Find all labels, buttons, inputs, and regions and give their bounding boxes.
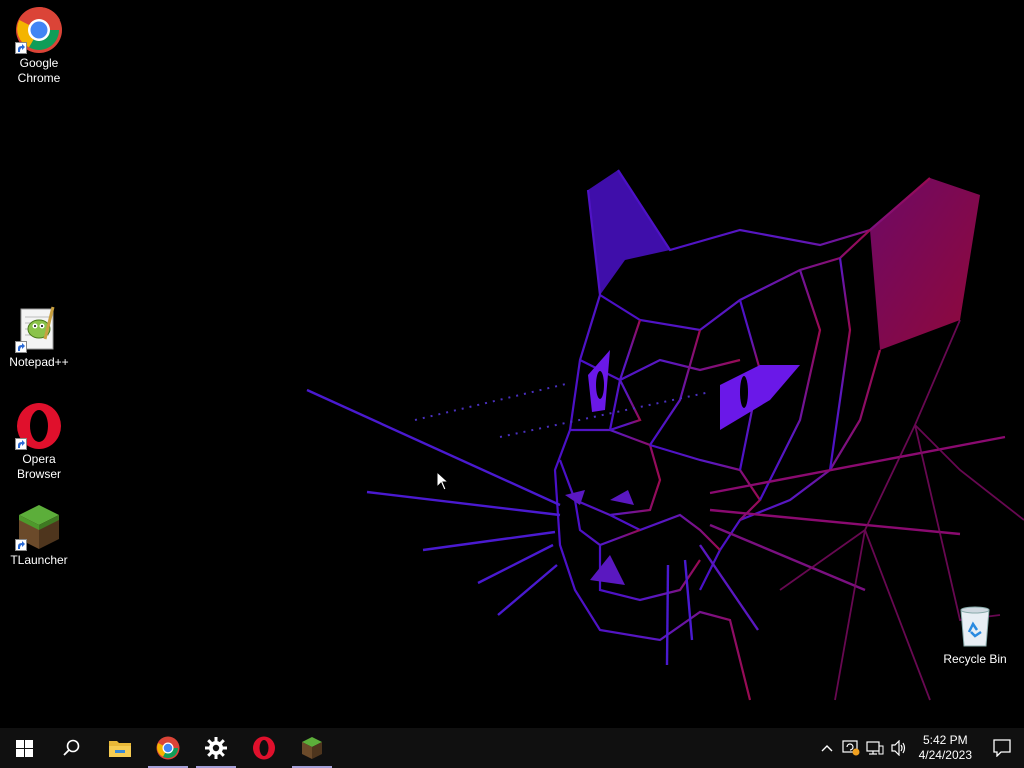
tlauncher-label: TLauncher [10,553,68,567]
shortcut-arrow-icon [15,42,27,54]
shortcut-arrow-icon [15,539,27,551]
windows-update-tray[interactable] [839,728,863,768]
desktop-icon-tlauncher[interactable]: TLauncher [1,503,77,568]
opera-icon [253,736,275,760]
search-icon [63,739,80,756]
shortcut-arrow-icon [15,438,27,450]
shortcut-arrow-icon [15,341,27,353]
chrome-icon [156,736,180,760]
chrome-label-2: Chrome [17,71,61,85]
opera-label-1: Opera [22,452,56,466]
file-explorer-icon [109,741,131,757]
network-icon [866,741,884,755]
taskbar-chrome[interactable] [144,728,192,768]
notifications-icon [993,739,1011,757]
start-button[interactable] [0,728,48,768]
recycle-bin-icon [951,602,999,650]
mouse-cursor-icon [436,471,450,491]
windows-logo-icon [15,739,33,757]
action-center-button[interactable] [980,728,1024,768]
network-tray[interactable] [863,728,887,768]
notepadpp-icon [15,305,63,353]
system-tray: 5:42 PM 4/24/2023 [815,728,1024,768]
desktop-icon-notepadpp[interactable]: Notepad++ [1,305,77,370]
show-hidden-icons-button[interactable] [815,728,839,768]
tlauncher-icon [15,503,63,551]
settings-gear-icon [205,737,227,759]
taskbar-clock[interactable]: 5:42 PM 4/24/2023 [911,733,980,763]
taskbar: 5:42 PM 4/24/2023 [0,728,1024,768]
opera-label-2: Browser [16,467,61,481]
volume-tray[interactable] [887,728,911,768]
chrome-label-1: Google [19,56,59,70]
windows-update-icon [842,740,860,756]
search-button[interactable] [48,728,96,768]
taskbar-tlauncher[interactable] [288,728,336,768]
desktop-icon-chrome[interactable]: Google Chrome [1,6,77,86]
taskbar-file-explorer[interactable] [96,728,144,768]
desktop-icon-opera[interactable]: Opera Browser [1,402,77,482]
clock-date: 4/24/2023 [918,748,972,762]
clock-time: 5:42 PM [922,733,968,747]
desktop-icon-recycle-bin[interactable]: Recycle Bin [937,602,1013,667]
chevron-up-icon [821,745,833,752]
chrome-icon [15,6,63,54]
opera-icon [15,402,63,450]
tlauncher-icon [302,737,322,759]
notepadpp-label: Notepad++ [9,355,69,369]
taskbar-opera[interactable] [240,728,288,768]
taskbar-settings[interactable] [192,728,240,768]
volume-icon [891,740,905,756]
recycle-bin-label: Recycle Bin [943,652,1007,666]
panther-wallpaper [306,169,1024,701]
